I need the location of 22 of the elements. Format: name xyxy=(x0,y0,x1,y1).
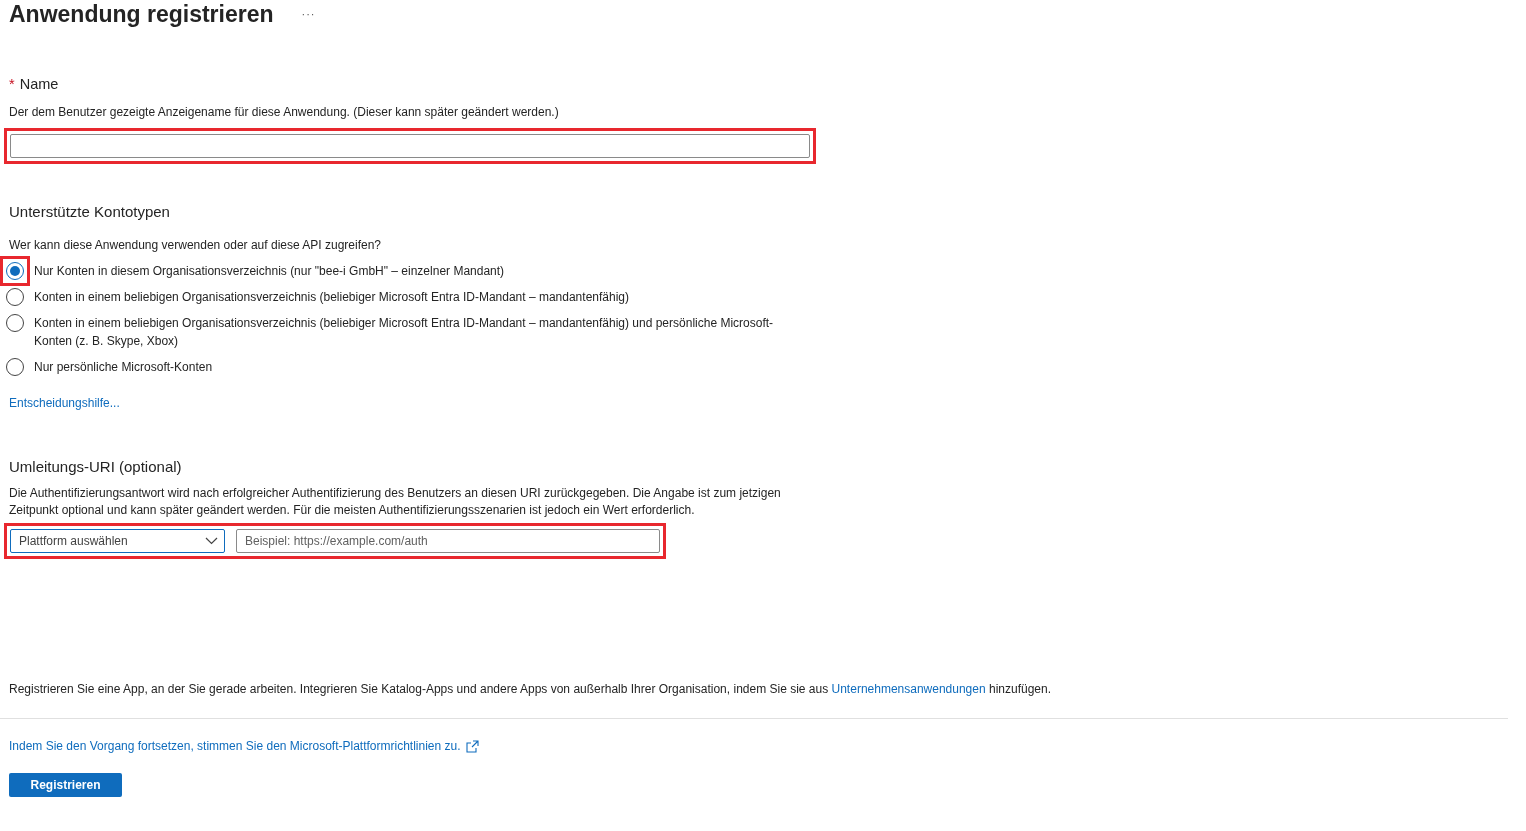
question-text: Wer kann diese Anwendung verwenden oder auf diese API zugreifen? xyxy=(9,237,383,254)
section-heading: Umleitungs-URI (optional) xyxy=(9,457,183,477)
help-link[interactable]: Entscheidungshilfe... xyxy=(9,396,120,410)
radio-label: Konten in einem beliebigen Organisationsverzeichnis (beliebiger Microsoft Entra ID-Mandant – mandantenfähig) xyxy=(34,289,629,306)
uri-input[interactable]: Beispiel: https://example.com/auth xyxy=(236,529,660,553)
radio-label: Nur Konten in diesem Organisationsverzeichnis (nur "bee-i GmbH" – einzelner Mandant) xyxy=(34,263,505,280)
section-description: Die Authentifizierungsantwort wird nach erfolgreicher Authentifizierung des Benutzers an diesen URI zurückgegeben. Die Angabe ist zum jetzigen Zeitpunkt optional und kann später geändert werden. Für die meisten Authentifizierungsszenarien ist jedoch ein Wert erforderlich. xyxy=(9,485,782,519)
name-input[interactable] xyxy=(10,134,810,158)
policy-link[interactable]: Indem Sie den Vorgang fortsetzen, stimmen Sie den Microsoft-Plattformrichtlinien zu. xyxy=(9,739,461,753)
external-link-icon xyxy=(465,739,479,753)
page-title: Anwendung registrieren xyxy=(9,0,274,28)
section-heading: Unterstützte Kontotypen xyxy=(9,202,171,222)
register-button[interactable]: Registrieren xyxy=(9,773,122,797)
info-text: Registrieren Sie eine App, an der Sie gerade arbeiten. Integrieren Sie Katalog-Apps und andere Apps von außerhalb Ihrer Organisation, indem Sie sie aus Unternehmensanwendungen hinzufügen. xyxy=(9,681,1053,698)
chevron-down-icon xyxy=(205,537,218,545)
radio-label: Konten in einem beliebigen Organisationsverzeichnis (beliebiger Microsoft Entra ID-Mandant – mandantenfähig) und persönliche Microsoft-Konten (z. B. Skype, Xbox) xyxy=(34,315,775,350)
more-options-button[interactable]: ··· xyxy=(301,8,316,20)
platform-dropdown[interactable]: Plattform auswählen xyxy=(10,529,225,553)
field-label: * Name xyxy=(9,75,60,94)
radio-label: Nur persönliche Microsoft-Konten xyxy=(34,359,213,376)
field-description: Der dem Benutzer gezeigte Anzeigename für diese Anwendung. (Dieser kann später geändert werden.) xyxy=(9,104,560,121)
enterprise-apps-link[interactable]: Unternehmensanwendungen xyxy=(831,682,986,696)
